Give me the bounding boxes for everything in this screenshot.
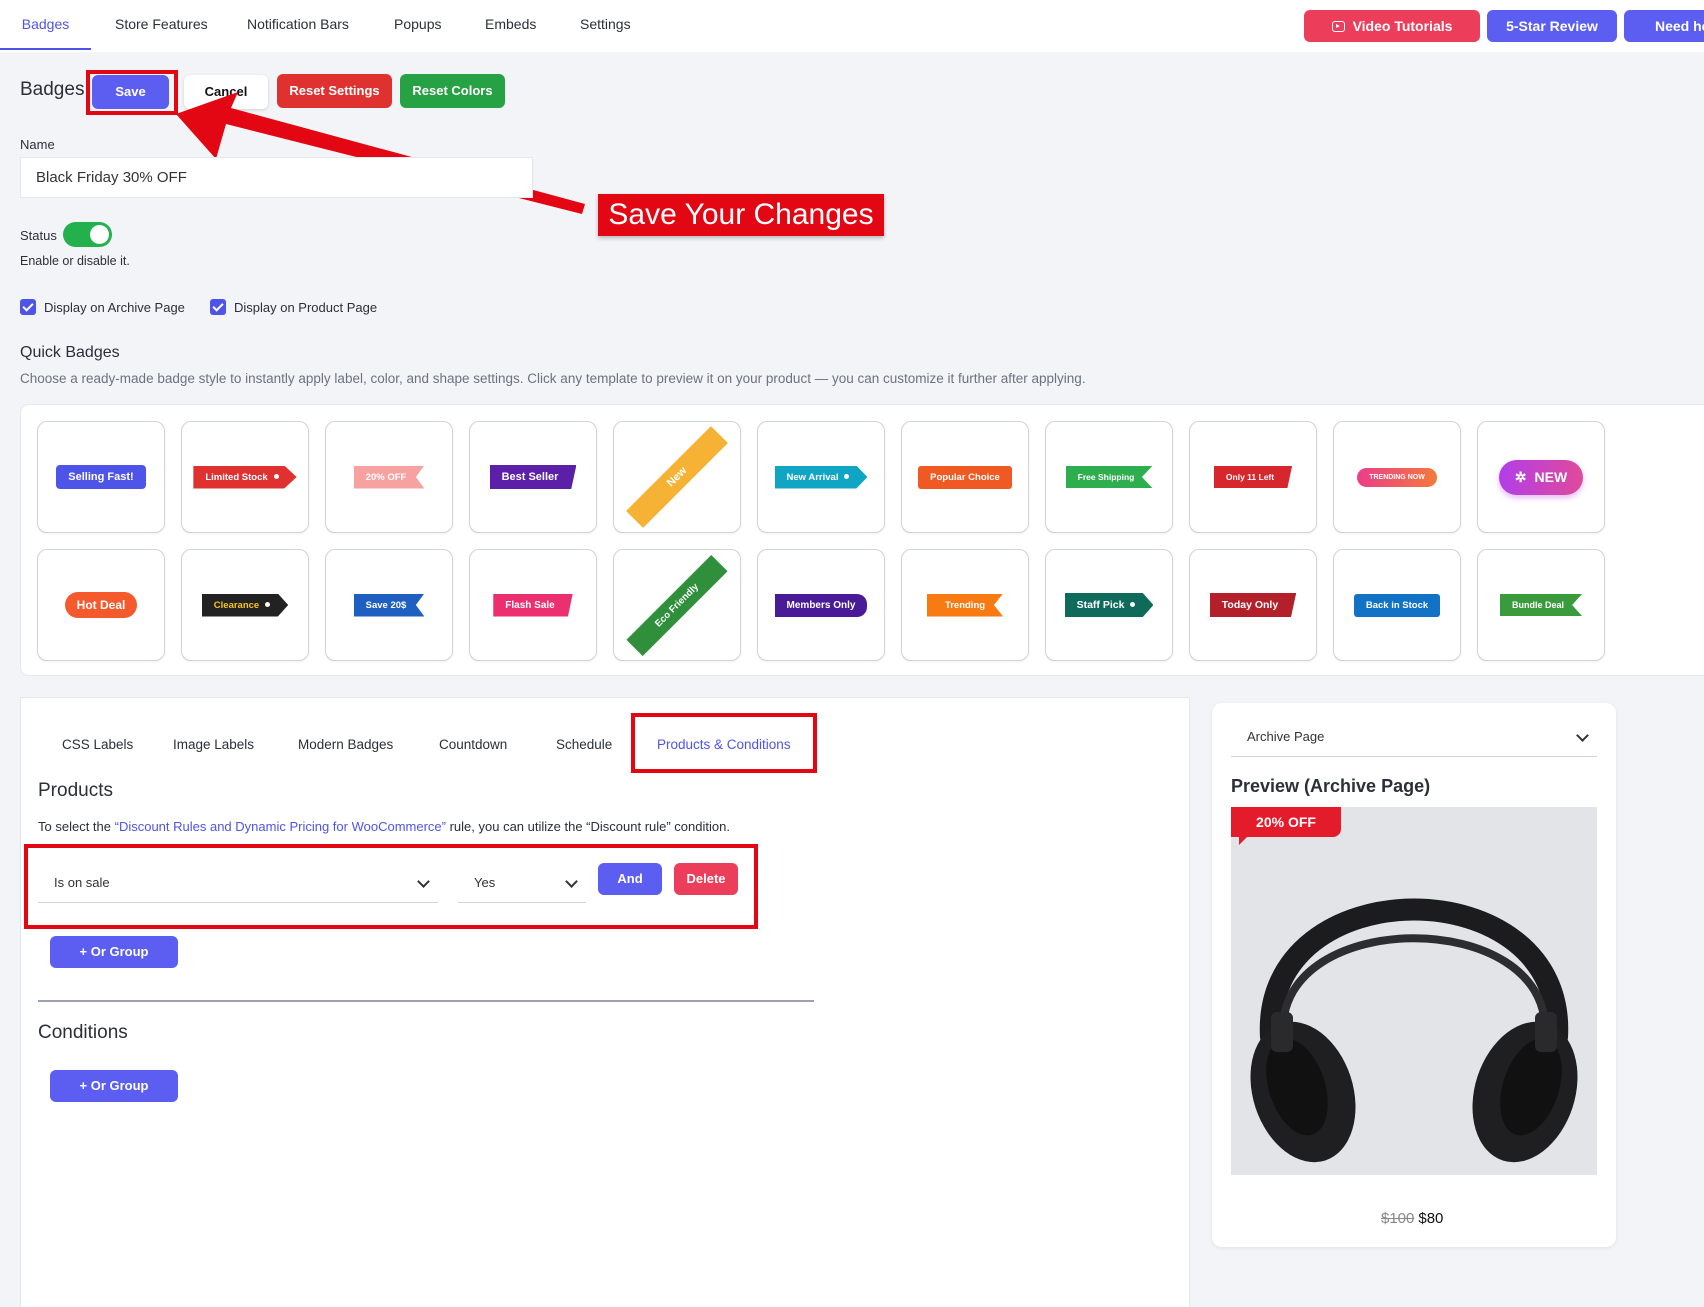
status-label: Status [20,228,57,243]
status-help: Enable or disable it. [20,254,130,268]
quick-badge-free-shipping[interactable]: Free Shipping [1045,421,1173,533]
products-title: Products [38,780,113,801]
quick-badge-popular-choice[interactable]: Popular Choice [901,421,1029,533]
name-input[interactable]: Black Friday 30% OFF [20,157,533,198]
quick-badge-limited-stock[interactable]: Limited Stock [181,421,309,533]
toggle-knob [90,225,109,244]
badge-label: Selling Fast! [56,465,146,489]
quick-badge-trending[interactable]: Trending [901,549,1029,661]
quick-badge-staff-pick[interactable]: Staff Pick [1045,549,1173,661]
display-product-checkbox[interactable] [210,299,226,315]
quick-badges-title: Quick Badges [20,344,120,361]
quick-badge-clearance[interactable]: Clearance [181,549,309,661]
quick-badge-best-seller[interactable]: Best Seller [469,421,597,533]
quick-badge-today-only[interactable]: Today Only [1189,549,1317,661]
discount-rules-link[interactable]: “Discount Rules and Dynamic Pricing for … [115,819,446,834]
rule-suffix: rule, you can utilize the “Discount rule… [445,819,730,834]
quick-badge-selling-fast[interactable]: Selling Fast! [37,421,165,533]
product-image [1231,807,1597,1175]
conditions-title: Conditions [38,1022,128,1043]
display-archive-label: Display on Archive Page [44,300,185,315]
badge-label: Staff Pick [1064,593,1154,617]
badge-label: 20% OFF [353,465,425,489]
tab-modern-badges[interactable]: Modern Badges [298,737,393,752]
annotation-arrow [176,92,585,214]
sparkle-icon: ✲ [1514,468,1527,485]
badge-label: New [626,426,728,528]
badge-label: Clearance [201,593,289,617]
display-archive-checkbox[interactable] [20,299,36,315]
quick-badge-new-arrival[interactable]: New Arrival [757,421,885,533]
badge-label: Eco Friendly [626,554,728,656]
badge-label: Today Only [1209,593,1297,617]
quick-badge-20-off[interactable]: 20% OFF [325,421,453,533]
quick-badge-bundle-deal[interactable]: Bundle Deal [1477,549,1605,661]
badge-label: ✲ NEW [1498,459,1584,495]
badge-label: Flash Sale [493,593,573,617]
conditions-or-group-button[interactable]: + Or Group [50,1070,178,1102]
tab-css-labels[interactable]: CSS Labels [62,737,133,752]
badge-label: Members Only [774,593,868,617]
quick-badges-description: Choose a ready-made badge style to insta… [20,371,1086,386]
new-price: $80 [1418,1210,1444,1227]
quick-badge-hot-deal[interactable]: Hot Deal [37,549,165,661]
headphones-image [1250,898,1578,1163]
condition-row-highlight [24,844,758,929]
display-product-label: Display on Product Page [234,300,378,315]
badge-label: Limited Stock [193,465,297,489]
badge-label: Hot Deal [64,592,138,618]
badge-label: Back in Stock [1353,593,1441,617]
annotation-label: Save Your Changes [598,194,884,236]
preview-page-select[interactable]: Archive Page [1231,717,1597,757]
quick-badge-new-pill[interactable]: ✲ NEW [1477,421,1605,533]
tab-schedule[interactable]: Schedule [556,737,612,752]
badge-label: TRENDING NOW [1357,467,1437,487]
badge-label: Save 20$ [353,593,425,617]
chevron-down-icon [1576,729,1589,742]
name-label: Name [20,137,55,152]
badge-label: Popular Choice [918,465,1012,489]
quick-badge-trending-now[interactable]: TRENDING NOW [1333,421,1461,533]
status-toggle[interactable] [63,222,112,247]
rule-prefix: To select the [38,819,115,834]
badge-label: Trending [926,593,1004,617]
badge-label: Only 11 Left [1213,466,1293,488]
badge-label: Bundle Deal [1499,594,1582,616]
quick-badge-eco-friendly[interactable]: Eco Friendly [613,549,741,661]
product-price: $100 $80 [1381,1210,1443,1227]
products-or-group-button[interactable]: + Or Group [50,936,178,968]
old-price: $100 [1381,1210,1415,1227]
badge-label: Free Shipping [1065,466,1153,488]
settings-panel [20,697,1190,1307]
quick-badge-only-left[interactable]: Only 11 Left [1189,421,1317,533]
quick-badge-new-ribbon[interactable]: New [613,421,741,533]
quick-badge-save-20[interactable]: Save 20$ [325,549,453,661]
preview-title: Preview (Archive Page) [1231,776,1431,796]
quick-badge-members-only[interactable]: Members Only [757,549,885,661]
tab-countdown[interactable]: Countdown [439,737,507,752]
badge-text: NEW [1534,468,1568,485]
quick-badge-flash-sale[interactable]: Flash Sale [469,549,597,661]
products-tab-highlight [631,713,817,773]
products-rule-text: To select the “Discount Rules and Dynami… [38,819,730,834]
quick-badge-back-in-stock[interactable]: Back in Stock [1333,549,1461,661]
preview-sale-badge: 20% OFF [1231,807,1341,845]
preview-page-select-value: Archive Page [1247,729,1325,744]
section-divider [38,1000,814,1002]
tab-image-labels[interactable]: Image Labels [173,737,254,752]
badge-label: New Arrival [774,465,868,489]
badge-label: Best Seller [489,465,577,489]
